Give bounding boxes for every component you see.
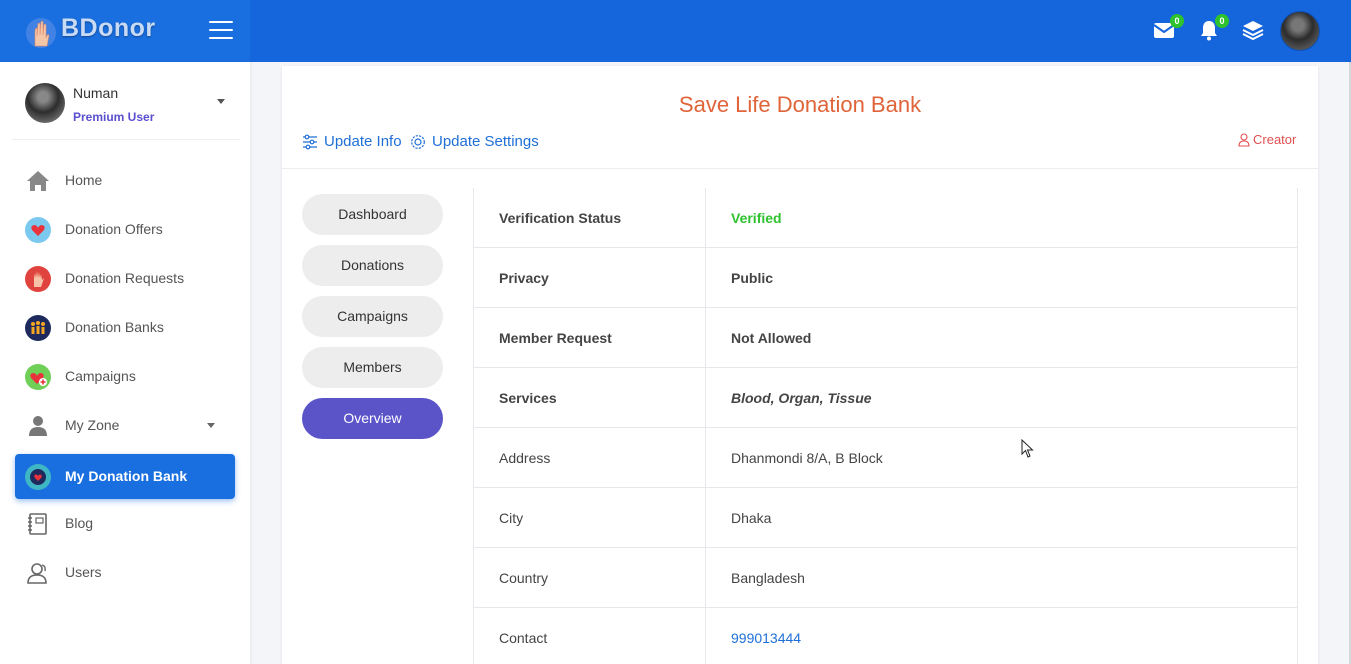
sidebar-item-label: Donation Offers: [65, 221, 163, 237]
sidebar-item-label: My Zone: [65, 417, 120, 433]
notifications-button[interactable]: 0: [1197, 14, 1229, 44]
sidebar-item-users[interactable]: Users: [15, 550, 235, 595]
sidebar-item-blog[interactable]: Blog: [15, 501, 235, 546]
member-request-value: Not Allowed: [731, 330, 812, 346]
tab-donations[interactable]: Donations: [302, 245, 443, 286]
notifications-badge: 0: [1215, 14, 1229, 28]
bank-card: Save Life Donation Bank Update Info Upda…: [282, 66, 1318, 664]
campaign-heart-icon: [25, 364, 51, 390]
verification-status-value: Verified: [731, 210, 782, 226]
people-group-icon: [25, 315, 51, 341]
row-key: Privacy: [499, 270, 549, 286]
update-settings-label: Update Settings: [432, 133, 539, 150]
table-row: City Dhaka: [474, 488, 1297, 548]
tab-overview[interactable]: Overview: [302, 398, 443, 439]
sidebar-item-home[interactable]: Home: [15, 158, 235, 203]
sidebar-item-label: Blog: [65, 515, 94, 531]
heart-hand-icon: [25, 217, 51, 243]
update-info-link[interactable]: Update Info: [302, 132, 404, 152]
chevron-down-icon: [207, 423, 215, 428]
sidebar-item-label: My Donation Bank: [65, 468, 188, 484]
row-key: Country: [499, 570, 549, 586]
top-navbar: BDonor 0 0: [0, 0, 1351, 62]
city-value: Dhaka: [731, 510, 772, 526]
table-row: Country Bangladesh: [474, 548, 1297, 608]
sidebar-item-label: Home: [65, 172, 103, 188]
contact-link[interactable]: 999013444: [731, 630, 801, 646]
sidebar-item-label: Users: [65, 564, 102, 580]
row-key: Verification Status: [499, 210, 622, 226]
table-row: Contact 999013444: [474, 608, 1297, 664]
row-key: Member Request: [499, 330, 612, 346]
page-title: Save Life Donation Bank: [678, 92, 922, 117]
sliders-icon: [303, 134, 317, 150]
table-row: Member Request Not Allowed: [474, 308, 1297, 368]
mouse-cursor-icon: [1021, 439, 1034, 458]
address-value: Dhanmondi 8/A, B Block: [731, 450, 883, 466]
sidebar-item-campaigns[interactable]: Campaigns: [15, 354, 235, 399]
notebook-icon: [28, 513, 47, 535]
raised-hand-icon: [25, 266, 51, 292]
tab-members[interactable]: Members: [302, 347, 443, 388]
person-icon: [29, 416, 47, 436]
row-key: Address: [499, 450, 551, 466]
user-outline-icon: [1238, 133, 1250, 147]
user-role: Premium User: [73, 110, 155, 124]
sidebar-item-donation-requests[interactable]: Donation Requests: [15, 256, 235, 301]
sidebar-item-donation-banks[interactable]: Donation Banks: [15, 305, 235, 350]
row-key: Contact: [499, 630, 548, 646]
brand-name[interactable]: BDonor: [61, 14, 156, 43]
table-row: Verification Status Verified: [474, 188, 1297, 248]
sidebar-item-label: Donation Banks: [65, 319, 164, 335]
services-value: Blood, Organ, Tissue: [731, 390, 872, 406]
table-row: Privacy Public: [474, 248, 1297, 308]
sidebar: Numan Premium User Home Donation Offers …: [0, 62, 250, 664]
home-icon: [27, 171, 49, 191]
overview-table: Verification Status Verified Privacy Pub…: [473, 188, 1298, 664]
brand-area: BDonor: [0, 0, 250, 62]
layers-button[interactable]: [1241, 18, 1267, 44]
table-row: Address Dhanmondi 8/A, B Block: [474, 428, 1297, 488]
user-panel[interactable]: Numan Premium User: [12, 62, 240, 140]
layers-icon: [1242, 21, 1264, 41]
country-value: Bangladesh: [731, 570, 805, 586]
sidebar-item-donation-offers[interactable]: Donation Offers: [15, 207, 235, 252]
bank-badge-icon: [25, 464, 51, 490]
row-key: City: [499, 510, 524, 526]
users-icon: [27, 563, 47, 584]
privacy-value: Public: [731, 270, 774, 286]
messages-badge: 0: [1170, 14, 1184, 28]
update-settings-link[interactable]: Update Settings: [410, 132, 540, 152]
bdonor-logo-icon: [26, 18, 56, 48]
chevron-down-icon[interactable]: [217, 99, 225, 104]
creator-label: Creator: [1253, 132, 1297, 147]
messages-button[interactable]: 0: [1152, 14, 1184, 44]
tab-dashboard[interactable]: Dashboard: [302, 194, 443, 235]
update-info-label: Update Info: [324, 133, 402, 150]
sidebar-item-label: Campaigns: [65, 368, 136, 384]
user-name: Numan: [73, 85, 119, 101]
sidebar-item-label: Donation Requests: [65, 270, 185, 286]
tab-campaigns[interactable]: Campaigns: [302, 296, 443, 337]
sidebar-item-my-zone[interactable]: My Zone: [15, 403, 235, 448]
gear-icon: [411, 135, 425, 149]
top-user-avatar[interactable]: [1280, 11, 1320, 51]
avatar: [25, 83, 65, 123]
table-row: Services Blood, Organ, Tissue: [474, 368, 1297, 428]
row-key: Services: [499, 390, 557, 406]
sidebar-item-my-donation-bank[interactable]: My Donation Bank: [15, 454, 235, 499]
menu-toggle-icon[interactable]: [209, 21, 233, 41]
divider: [282, 168, 1318, 169]
